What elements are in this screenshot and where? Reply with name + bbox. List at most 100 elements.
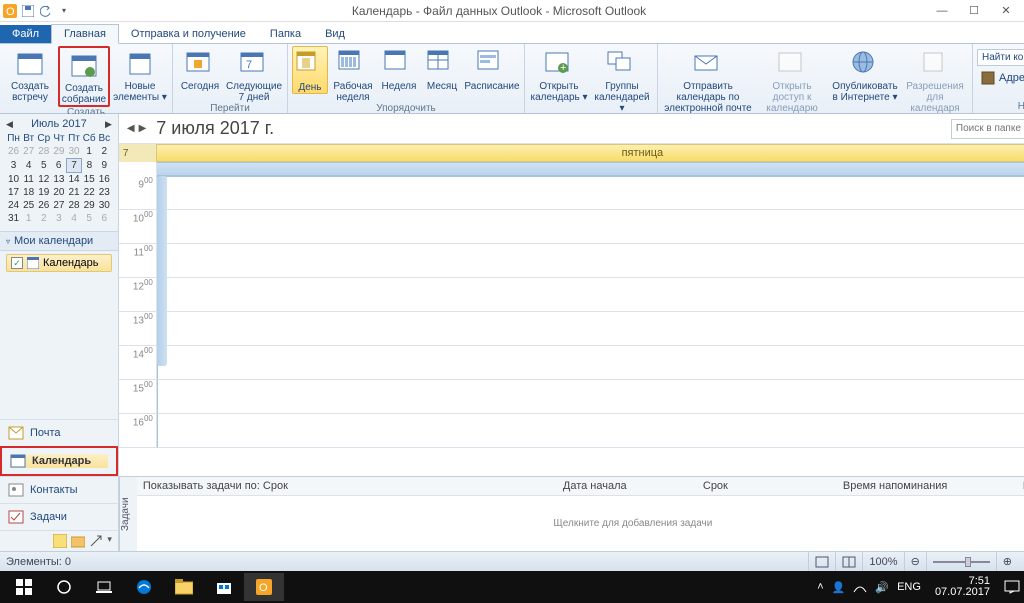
tab-send-receive[interactable]: Отправка и получение xyxy=(119,25,258,43)
day-cell[interactable]: 2 xyxy=(36,212,51,225)
month-view-button[interactable]: Месяц xyxy=(422,46,462,92)
mini-calendar[interactable]: ПнВтСрЧтПтСбВс26272829301234567891011121… xyxy=(0,132,118,225)
view-reading-button[interactable] xyxy=(835,552,862,571)
day-cell[interactable]: 21 xyxy=(67,186,82,199)
day-cell[interactable]: 11 xyxy=(21,173,36,187)
store-icon[interactable] xyxy=(204,573,244,601)
day-cell[interactable]: 16 xyxy=(97,173,112,187)
qat-dropdown-icon[interactable]: ▾ xyxy=(56,3,72,19)
today-button[interactable]: Сегодня xyxy=(177,46,223,92)
day-cell[interactable]: 5 xyxy=(36,159,51,173)
new-items-button[interactable]: Новые элементы ▾ xyxy=(112,46,168,103)
taskview-icon[interactable] xyxy=(84,573,124,601)
clock[interactable]: 7:51 07.07.2017 xyxy=(929,576,996,598)
next-7-days-button[interactable]: 7 Следующие 7 дней xyxy=(225,46,283,103)
tray-up-icon[interactable]: ˄ xyxy=(817,581,823,593)
calendar-permissions-button[interactable]: Разрешения для календаря xyxy=(902,46,968,114)
calendar-item[interactable]: ✓ Календарь xyxy=(6,254,112,272)
day-cell[interactable]: 27 xyxy=(51,199,66,212)
time-slot[interactable] xyxy=(157,244,1024,278)
prev-appointment-handle[interactable] xyxy=(157,176,167,366)
outlook-taskbar-icon[interactable]: O xyxy=(244,573,284,601)
day-cell[interactable]: 1 xyxy=(21,212,36,225)
edge-icon[interactable] xyxy=(124,573,164,601)
day-cell[interactable]: 30 xyxy=(67,145,82,159)
day-cell[interactable]: 2 xyxy=(97,145,112,159)
time-slot[interactable] xyxy=(157,210,1024,244)
tab-file[interactable]: Файл xyxy=(0,25,51,43)
day-cell[interactable]: 26 xyxy=(6,145,21,159)
day-cell[interactable]: 20 xyxy=(51,186,66,199)
day-cell[interactable]: 3 xyxy=(51,212,66,225)
my-calendars-header[interactable]: ▿ Мои календари xyxy=(0,231,118,251)
day-cell[interactable]: 17 xyxy=(6,186,21,199)
nav-calendar[interactable]: Календарь xyxy=(0,446,118,476)
nav-mail[interactable]: Почта xyxy=(0,419,118,446)
day-cell[interactable]: 5 xyxy=(82,212,97,225)
day-cell[interactable]: 15 xyxy=(82,173,97,187)
day-cell[interactable]: 29 xyxy=(82,199,97,212)
slots-column[interactable] xyxy=(157,176,1024,476)
day-cell[interactable]: 4 xyxy=(67,212,82,225)
undo-icon[interactable] xyxy=(38,3,54,19)
calendar-groups-button[interactable]: Группы календарей ▾ xyxy=(591,46,653,114)
nav-tasks[interactable]: Задачи xyxy=(0,503,118,530)
day-cell[interactable]: 3 xyxy=(6,159,21,173)
work-week-button[interactable]: Рабочая неделя xyxy=(330,46,376,103)
day-cell[interactable]: 23 xyxy=(97,186,112,199)
day-cell[interactable]: 30 xyxy=(97,199,112,212)
shortcuts-icon[interactable] xyxy=(89,534,103,548)
save-icon[interactable] xyxy=(20,3,36,19)
share-calendar-button[interactable]: Открыть доступ к календарю xyxy=(756,46,828,114)
new-appointment-button[interactable]: Создать встречу xyxy=(4,46,56,103)
new-meeting-button[interactable]: Создать собрание xyxy=(58,46,110,107)
time-slot[interactable] xyxy=(157,176,1024,210)
time-slot[interactable] xyxy=(157,380,1024,414)
day-cell[interactable]: 26 xyxy=(36,199,51,212)
send-by-email-button[interactable]: Отправить календарь по электронной почте xyxy=(662,46,754,114)
volume-icon[interactable]: 🔊 xyxy=(875,581,889,594)
day-cell[interactable]: 9 xyxy=(97,159,112,173)
day-name[interactable]: пятница xyxy=(157,144,1024,162)
day-cell[interactable]: 28 xyxy=(67,199,82,212)
day-cell[interactable]: 7 xyxy=(67,159,82,173)
day-cell[interactable]: 25 xyxy=(21,199,36,212)
day-cell[interactable]: 8 xyxy=(82,159,97,173)
day-cell[interactable]: 6 xyxy=(97,212,112,225)
minimize-button[interactable]: — xyxy=(934,3,950,19)
time-slot[interactable] xyxy=(157,414,1024,448)
tasks-label[interactable]: Задачи xyxy=(119,477,137,551)
prev-day-button[interactable]: ◀ xyxy=(127,123,135,134)
notes-icon[interactable] xyxy=(53,534,67,548)
configure-buttons-icon[interactable]: ▾ xyxy=(107,534,112,548)
day-cell[interactable]: 29 xyxy=(51,145,66,159)
publish-online-button[interactable]: Опубликовать в Интернете ▾ xyxy=(830,46,900,103)
zoom-in-button[interactable]: ⊕ xyxy=(996,552,1018,571)
checkbox-icon[interactable]: ✓ xyxy=(11,257,23,269)
day-cell[interactable]: 1 xyxy=(82,145,97,159)
add-task-hint[interactable]: Щелкните для добавления задачи xyxy=(137,496,1024,551)
week-view-button[interactable]: Неделя xyxy=(378,46,420,92)
explorer-icon[interactable] xyxy=(164,573,204,601)
tab-view[interactable]: Вид xyxy=(313,25,357,43)
close-button[interactable]: ✕ xyxy=(998,3,1014,19)
day-cell[interactable]: 12 xyxy=(36,173,51,187)
start-button[interactable] xyxy=(4,573,44,601)
maximize-button[interactable]: ☐ xyxy=(966,3,982,19)
nav-contacts[interactable]: Контакты xyxy=(0,476,118,503)
tab-folder[interactable]: Папка xyxy=(258,25,313,43)
day-cell[interactable]: 10 xyxy=(6,173,21,187)
people-icon[interactable]: 👤 xyxy=(832,581,846,594)
open-calendar-button[interactable]: + Открыть календарь ▾ xyxy=(529,46,589,103)
time-slot[interactable] xyxy=(157,346,1024,380)
time-slot[interactable] xyxy=(157,278,1024,312)
schedule-view-button[interactable]: Расписание xyxy=(464,46,520,92)
zoom-out-button[interactable]: ⊖ xyxy=(904,552,926,571)
next-day-button[interactable]: ▶ xyxy=(139,123,147,134)
day-cell[interactable]: 31 xyxy=(6,212,21,225)
task-columns[interactable]: Показывать задачи по: Срок Дата начала С… xyxy=(137,477,1024,496)
language-indicator[interactable]: ENG xyxy=(897,581,921,593)
find-contact-box[interactable]: Найти контакт ▾ xyxy=(977,49,1024,66)
zoom-level[interactable]: 100% xyxy=(862,552,903,571)
col-showby[interactable]: Показывать задачи по: Срок xyxy=(143,480,523,492)
